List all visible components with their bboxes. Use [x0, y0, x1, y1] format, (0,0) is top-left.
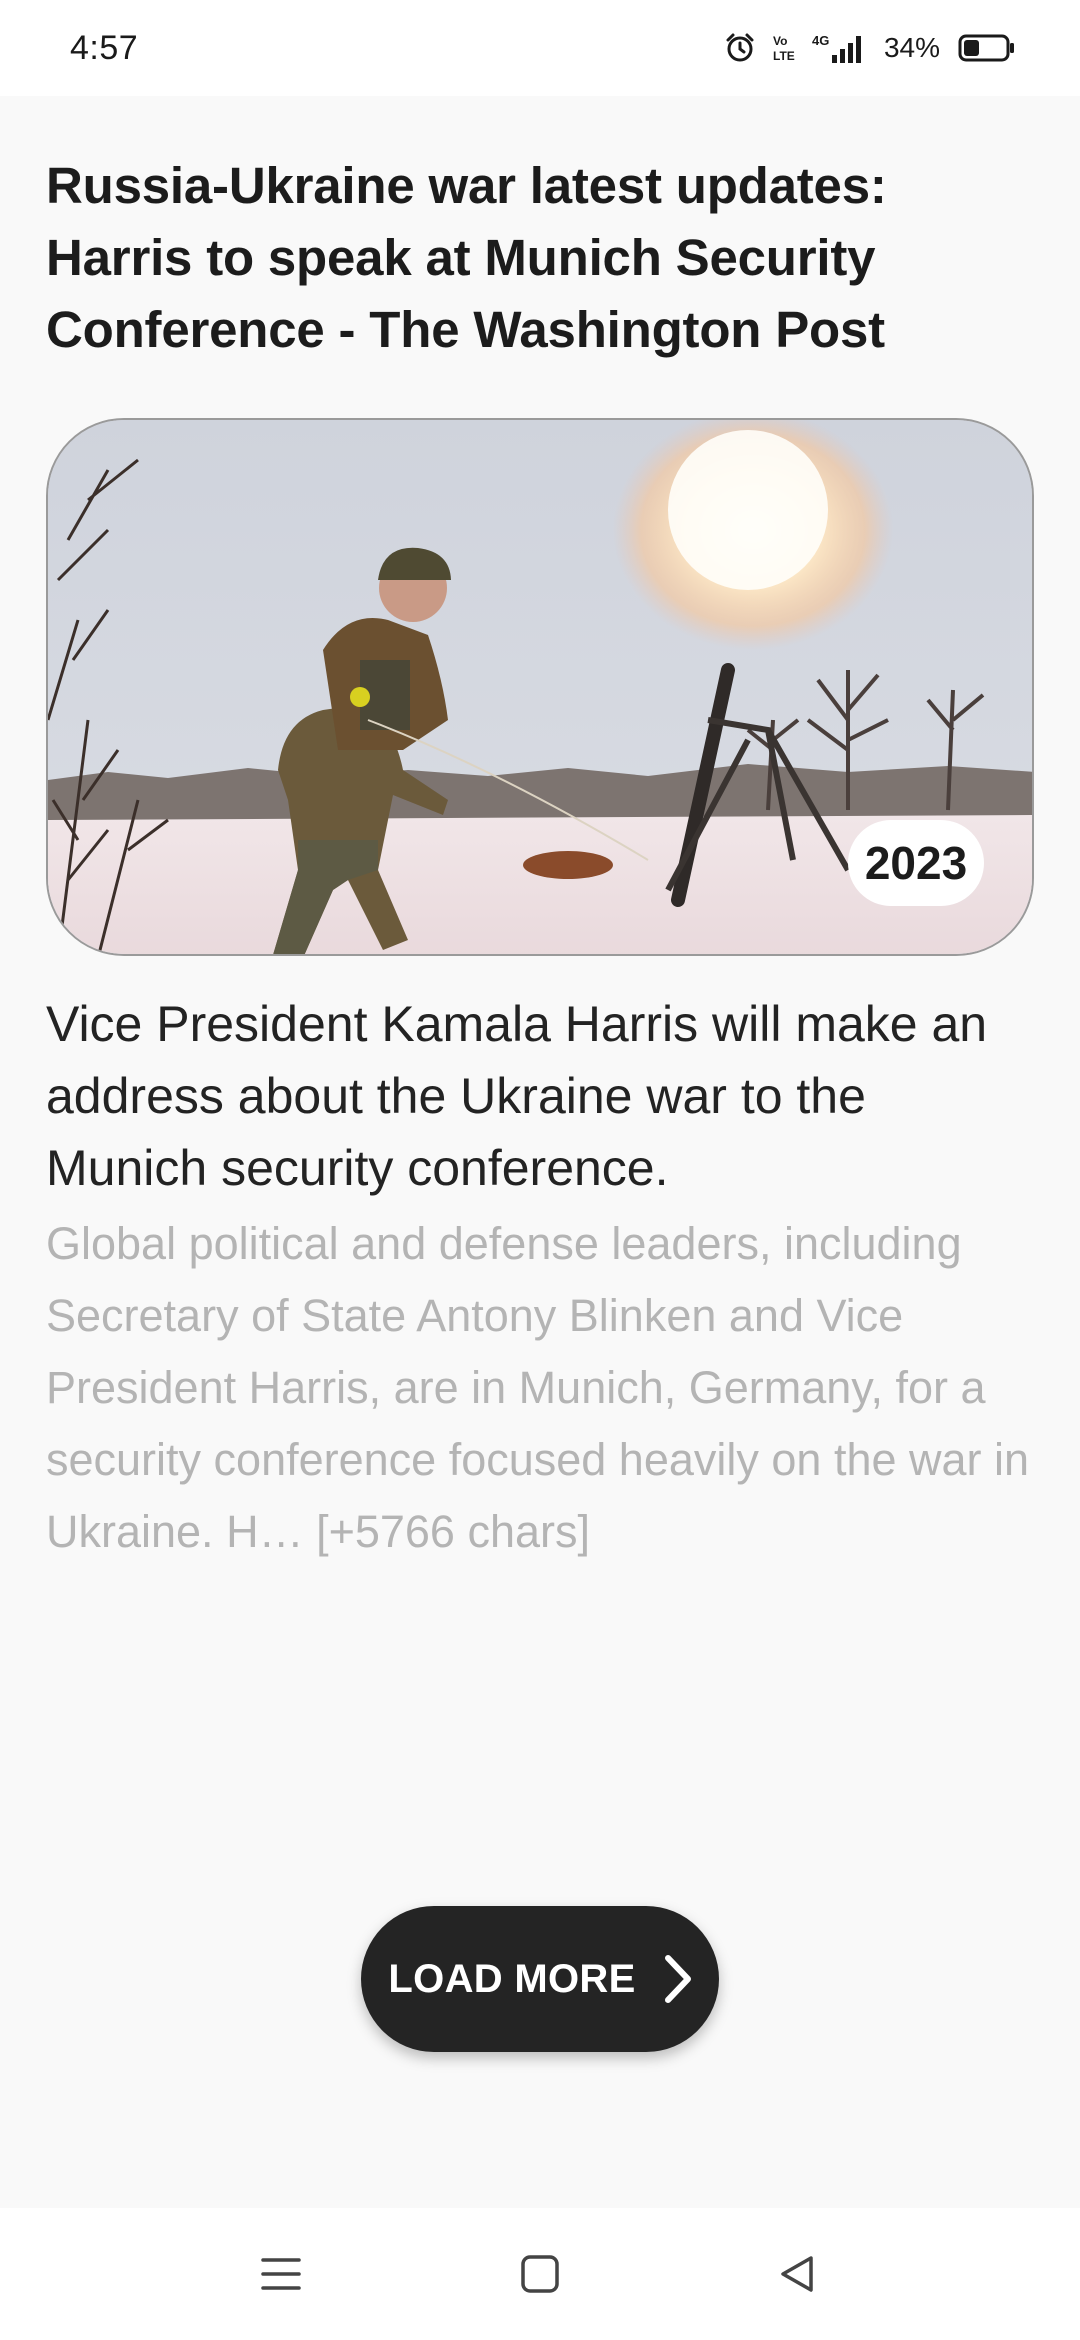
- chevron-right-icon: [662, 1954, 692, 2004]
- alarm-icon: [724, 32, 756, 64]
- menu-icon[interactable]: [236, 2229, 326, 2319]
- article-card[interactable]: Russia-Ukraine war latest updates: Harri…: [46, 150, 1034, 1568]
- status-bar: 4:57 Vo LTE 4G 34%: [0, 0, 1080, 96]
- svg-text:Vo: Vo: [773, 34, 787, 48]
- article-image[interactable]: 2023: [46, 418, 1034, 956]
- article-subheadline: Vice President Kamala Harris will make a…: [46, 996, 988, 1196]
- article-headline: Russia-Ukraine war latest updates: Harri…: [46, 157, 887, 358]
- home-square-icon[interactable]: [495, 2229, 585, 2319]
- system-nav-bar: [0, 2208, 1080, 2340]
- year-badge: 2023: [848, 820, 984, 906]
- volte-icon: Vo LTE: [770, 32, 796, 64]
- battery-icon: [958, 33, 1016, 63]
- load-more-button[interactable]: LOAD MORE: [361, 1906, 719, 2052]
- network-label: 4G: [812, 33, 829, 48]
- back-triangle-icon[interactable]: [752, 2229, 842, 2319]
- load-more-label: LOAD MORE: [388, 1956, 636, 2001]
- svg-text:LTE: LTE: [773, 49, 795, 63]
- status-icons: Vo LTE 4G 34%: [724, 31, 1016, 65]
- article-description: Global political and defense leaders, in…: [46, 1218, 1030, 1557]
- battery-percent: 34%: [883, 32, 940, 63]
- signal-icon: 4G: [810, 31, 870, 65]
- status-time: 4:57: [70, 28, 139, 67]
